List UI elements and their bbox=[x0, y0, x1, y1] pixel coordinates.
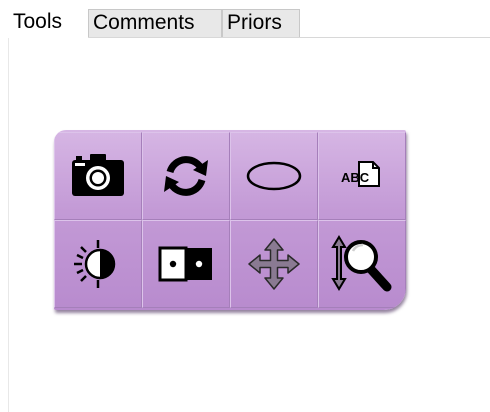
contrast-button[interactable] bbox=[54, 220, 142, 308]
domino-icon bbox=[158, 246, 212, 282]
text-annotation-label: ABC bbox=[341, 170, 370, 185]
tab-priors[interactable]: Priors bbox=[222, 9, 300, 37]
refresh-icon bbox=[164, 156, 208, 196]
tool-palette: ABC bbox=[54, 130, 406, 310]
text-annotation-button[interactable]: ABC bbox=[318, 132, 406, 220]
pan-button[interactable] bbox=[230, 220, 318, 308]
tool-grid: ABC bbox=[54, 132, 406, 308]
rotate-button[interactable] bbox=[142, 132, 230, 220]
text-annotation-icon: ABC bbox=[341, 161, 380, 187]
camera-button[interactable] bbox=[54, 132, 142, 220]
tab-comments[interactable]: Comments bbox=[88, 9, 222, 37]
camera-icon bbox=[72, 154, 124, 196]
panel-left-border bbox=[8, 38, 9, 412]
zoom-magnifier-icon bbox=[331, 235, 392, 292]
pan-move-icon bbox=[248, 238, 300, 290]
ellipse-button[interactable] bbox=[230, 132, 318, 220]
contrast-icon bbox=[74, 240, 116, 288]
tab-tools[interactable]: Tools bbox=[8, 6, 88, 38]
ellipse-icon bbox=[246, 161, 302, 191]
tab-bar: Tools Comments Priors bbox=[8, 6, 490, 38]
zoom-button[interactable] bbox=[318, 220, 406, 308]
domino-button[interactable] bbox=[142, 220, 230, 308]
